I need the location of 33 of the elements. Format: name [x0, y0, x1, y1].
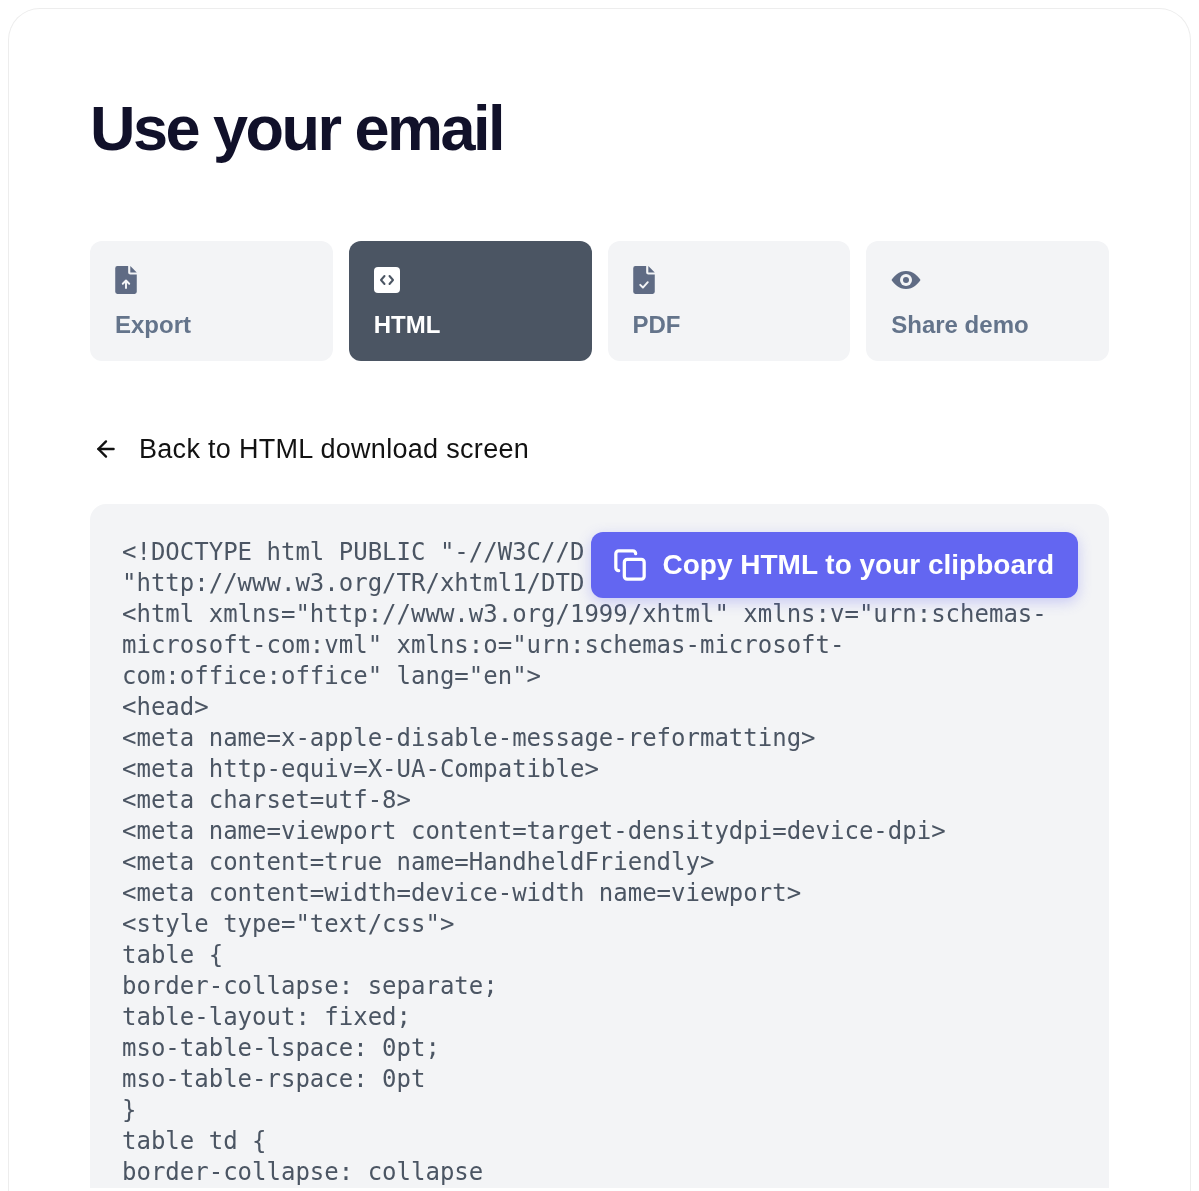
- code-line: <meta content=width=device-width name=viewport>: [122, 877, 802, 909]
- code-line: table td {: [122, 1125, 267, 1157]
- code-line: border-collapse: separate;: [122, 970, 498, 1002]
- file-upload-icon: [115, 265, 137, 294]
- code-line: <html xmlns="http://www.w3.org/1999/xhtml" xmlns:v="urn:schemas-: [122, 598, 1047, 630]
- code-line: <meta content=true name=HandheldFriendly>: [122, 846, 715, 878]
- code-line: <!DOCTYPE html PUBLIC "-//W3C//D: [122, 536, 585, 568]
- back-link[interactable]: Back to HTML download screen: [93, 432, 530, 465]
- code-line: table-layout: fixed;: [122, 1001, 411, 1033]
- format-tab[interactable]: Export: [90, 240, 333, 361]
- code-line: com:office:office" lang="en">: [122, 660, 542, 692]
- code-icon: [373, 266, 400, 293]
- copy-icon: [612, 547, 647, 582]
- code-line: <style type="text/css">: [122, 908, 455, 940]
- code-line: "http://www.w3.org/TR/xhtml1/DTD: [122, 567, 585, 599]
- code-line: <meta name=x-apple-disable-message-reformatting>: [122, 722, 816, 754]
- code-line: <meta name=viewport content=target-densitydpi=device-dpi>: [122, 815, 946, 847]
- code-line: <head>: [122, 691, 209, 723]
- code-line: <meta http-equiv=X-UA-Compatible>: [122, 753, 599, 785]
- code-line: microsoft-com:vml" xmlns:o="urn:schemas-microsoft-: [122, 629, 845, 661]
- eye-icon: [891, 269, 922, 290]
- copy-button[interactable]: Copy HTML to your clipboard: [590, 531, 1078, 598]
- format-tab[interactable]: HTML: [348, 240, 592, 361]
- format-tab[interactable]: PDF: [607, 240, 851, 361]
- page-title: Use your email: [90, 92, 503, 165]
- code-line: }: [122, 1094, 137, 1126]
- code-line: mso-table-lspace: 0pt;: [122, 1032, 440, 1064]
- format-tab[interactable]: Share demo: [866, 240, 1109, 361]
- file-check-icon: [632, 265, 655, 294]
- code-line: border-collapse: collapse: [122, 1156, 484, 1188]
- code-line: mso-table-rspace: 0pt: [122, 1063, 426, 1095]
- code-line: <meta charset=utf-8>: [122, 784, 411, 816]
- code-line: table {: [122, 939, 224, 971]
